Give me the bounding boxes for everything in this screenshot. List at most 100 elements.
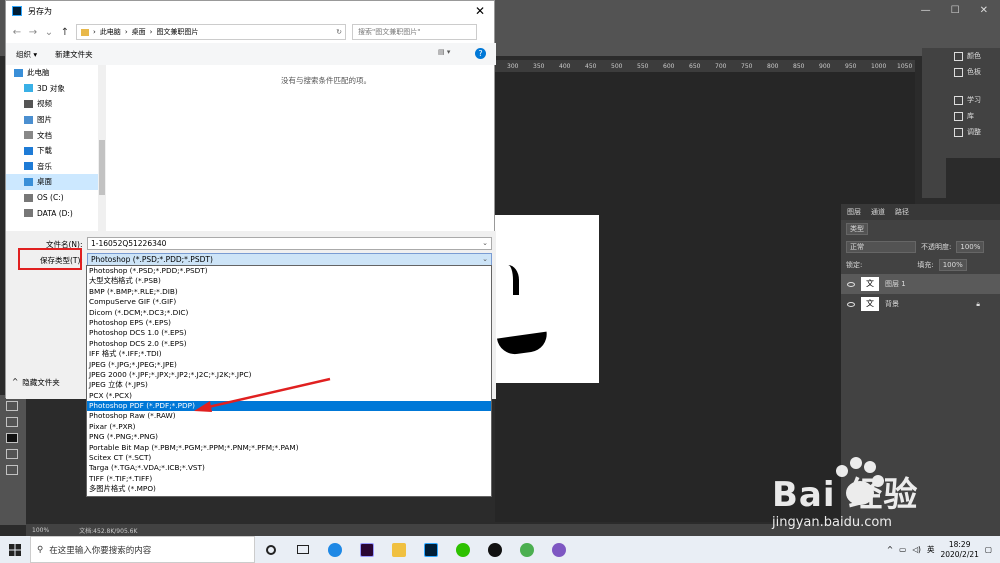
eye-icon[interactable]	[847, 301, 855, 307]
ime-indicator[interactable]: 英	[927, 544, 935, 555]
document-canvas[interactable]	[495, 215, 599, 383]
file-explorer-icon[interactable]	[383, 536, 415, 563]
nav-item-label: 下载	[37, 146, 52, 156]
organize-button[interactable]: 组织 ▾	[16, 49, 37, 60]
nav-item[interactable]: 下载	[6, 143, 105, 159]
filetype-option[interactable]: Dicom (*.DCM;*.DC3;*.DIC)	[87, 308, 491, 318]
help-icon[interactable]: ?	[475, 48, 486, 59]
wechat-icon[interactable]	[447, 536, 479, 563]
chevron-down-icon[interactable]: ⌄	[482, 238, 488, 249]
taskbar-search-placeholder: 在这里输入你要搜索的内容	[49, 545, 152, 556]
panel-dock-icons[interactable]	[922, 48, 946, 198]
back-arrow-icon[interactable]: ←	[12, 27, 22, 38]
blend-mode-select[interactable]: 正常	[846, 241, 916, 253]
panel-item-adjustments[interactable]: 调整	[946, 124, 1000, 140]
filetype-option[interactable]: Pixar (*.PXR)	[87, 422, 491, 432]
photoshop-taskbar-icon[interactable]	[415, 536, 447, 563]
minimize-icon[interactable]: —	[921, 5, 931, 16]
maximize-icon[interactable]: ☐	[951, 5, 960, 16]
nav-item[interactable]: 音乐	[6, 159, 105, 175]
nav-item[interactable]: DATA (D:)	[6, 205, 105, 221]
breadcrumb-item[interactable]: 图文兼职图片	[156, 27, 198, 37]
filetype-option[interactable]: JPEG (*.JPG;*.JPEG;*.JPE)	[87, 360, 491, 370]
filetype-option[interactable]: Photoshop DCS 2.0 (*.EPS)	[87, 339, 491, 349]
task-view-icon[interactable]	[287, 536, 319, 563]
layer-filter-select[interactable]: 类型	[846, 223, 868, 235]
filetype-option[interactable]: Targa (*.TGA;*.VDA;*.ICB;*.VST)	[87, 463, 491, 473]
tab-paths[interactable]: 路径	[895, 207, 909, 217]
nav-item-label: 文档	[37, 130, 52, 140]
start-button[interactable]	[0, 536, 30, 563]
zoom-tool-icon[interactable]	[6, 401, 18, 411]
breadcrumb-item[interactable]: 此电脑	[100, 27, 121, 37]
eye-icon[interactable]	[847, 281, 855, 287]
qq-icon[interactable]	[479, 536, 511, 563]
more-tools-icon[interactable]	[6, 417, 18, 427]
nav-item[interactable]: 视频	[6, 96, 105, 112]
app-icon[interactable]	[543, 536, 575, 563]
tab-layers[interactable]: 图层	[847, 207, 861, 217]
filetype-option[interactable]: 大型文档格式 (*.PSB)	[87, 276, 491, 286]
cortana-icon[interactable]	[255, 536, 287, 563]
breadcrumb-item[interactable]: 桌面	[132, 27, 146, 37]
filetype-option[interactable]: 多图片格式 (*.MPO)	[87, 484, 491, 494]
volume-icon[interactable]: ◁)	[912, 545, 921, 554]
filetype-option[interactable]: TIFF (*.TIF;*.TIFF)	[87, 474, 491, 484]
nav-item[interactable]: 图片	[6, 112, 105, 128]
layer-row[interactable]: 文 图层 1	[841, 274, 1000, 294]
taskbar-search-input[interactable]: ⚲ 在这里输入你要搜索的内容	[30, 536, 255, 563]
nav-item[interactable]: 桌面	[6, 174, 105, 190]
hide-folders-toggle[interactable]: ^ 隐藏文件夹	[12, 377, 60, 388]
close-icon[interactable]: ✕	[980, 5, 988, 16]
nav-item[interactable]: 3D 对象	[6, 81, 105, 97]
panel-item-libraries[interactable]: 库	[946, 108, 1000, 124]
filetype-option[interactable]: CompuServe GIF (*.GIF)	[87, 297, 491, 307]
nav-item[interactable]: 文档	[6, 127, 105, 143]
nav-scrollbar[interactable]	[98, 65, 106, 231]
filetype-option[interactable]: Photoshop EPS (*.EPS)	[87, 318, 491, 328]
filename-field[interactable]: 1-16052Q51226340 ⌄	[87, 237, 492, 250]
ruler-tick-label: 1050	[897, 63, 913, 70]
filetype-option[interactable]: Photoshop DCS 1.0 (*.EPS)	[87, 328, 491, 338]
foreground-color-swatch[interactable]	[6, 433, 18, 443]
panel-item-learn[interactable]: 学习	[946, 92, 1000, 108]
learn-icon	[954, 95, 963, 105]
layer-row[interactable]: 文 背景 🔒︎	[841, 294, 1000, 314]
fill-input[interactable]: 100%	[938, 259, 967, 271]
filetype-option[interactable]: IFF 格式 (*.IFF;*.TDI)	[87, 349, 491, 359]
quick-mask-icon[interactable]	[6, 449, 18, 459]
filetype-option[interactable]: Photoshop (*.PSD;*.PDD;*.PSDT)	[87, 266, 491, 276]
filetype-option[interactable]: Scitex CT (*.SCT)	[87, 453, 491, 463]
filetype-option[interactable]: BMP (*.BMP;*.RLE;*.DIB)	[87, 287, 491, 297]
chevron-down-icon[interactable]: ⌄	[482, 254, 488, 265]
forward-arrow-icon[interactable]: →	[28, 27, 38, 38]
search-input[interactable]: 搜索"图文兼职图片"	[352, 24, 477, 40]
tab-channels[interactable]: 通道	[871, 207, 885, 217]
view-options-icon[interactable]: ▤ ▾	[438, 48, 450, 56]
filetype-option[interactable]: PNG (*.PNG;*.PNG)	[87, 432, 491, 442]
panel-item-swatches[interactable]: 色板	[946, 64, 1000, 80]
expand-tray-icon[interactable]: ^	[887, 545, 893, 554]
filetype-option[interactable]: Portable Bit Map (*.PBM;*.PGM;*.PPM;*.PN…	[87, 443, 491, 453]
edge-icon[interactable]	[319, 536, 351, 563]
refresh-icon[interactable]: ↻	[336, 28, 342, 36]
screen-mode-icon[interactable]	[6, 465, 18, 475]
drive-icon	[24, 193, 33, 202]
layer-name: 背景	[885, 300, 899, 308]
browser-icon[interactable]	[511, 536, 543, 563]
scrollbar-thumb[interactable]	[99, 140, 105, 195]
clock[interactable]: 18:29 2020/2/21	[940, 540, 978, 560]
premiere-icon[interactable]	[351, 536, 383, 563]
dialog-close-button[interactable]: ✕	[466, 1, 494, 21]
network-icon[interactable]: ▭	[899, 545, 906, 554]
up-arrow-icon[interactable]: ↑	[60, 27, 70, 38]
nav-item[interactable]: OS (C:)	[6, 190, 105, 206]
notifications-icon[interactable]: ▢	[985, 545, 992, 554]
breadcrumb[interactable]: › 此电脑 › 桌面 › 图文兼职图片 ↻	[76, 24, 346, 40]
new-folder-button[interactable]: 新建文件夹	[55, 49, 93, 60]
panel-item-color[interactable]: 颜色	[946, 48, 1000, 64]
recent-chevron-icon[interactable]: ⌄	[44, 27, 54, 38]
opacity-input[interactable]: 100%	[956, 241, 985, 253]
music-icon	[24, 162, 33, 171]
nav-item[interactable]: 此电脑	[6, 65, 105, 81]
